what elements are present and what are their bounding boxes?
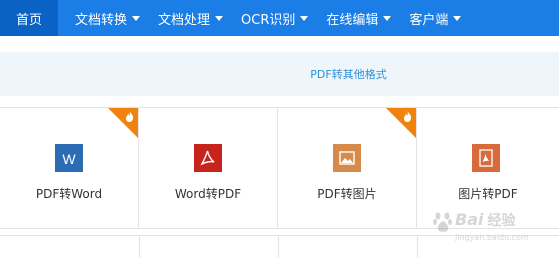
tool-card-word-to-pdf[interactable]: Word转PDF: [139, 108, 278, 228]
nav-item-online-edit[interactable]: 在线编辑: [317, 0, 400, 36]
nav-item-document-convert[interactable]: 文档转换: [66, 0, 149, 36]
baidu-jingyan-watermark: Bai 经验 jingyan.baidu.com: [433, 207, 553, 251]
tool-card-placeholder: [139, 236, 279, 258]
nav-home-tab[interactable]: 首页: [0, 0, 58, 36]
caret-down-icon: [300, 15, 309, 21]
tool-card-placeholder: [0, 236, 140, 258]
image-icon: [333, 144, 361, 172]
nav-item-label: 文档转换: [75, 12, 128, 28]
caret-down-icon: [453, 15, 462, 21]
caret-down-icon: [215, 15, 224, 21]
tool-label: Word转PDF: [174, 187, 242, 201]
nav-item-label: 在线编辑: [326, 12, 379, 28]
nav-item-client[interactable]: 客户端: [400, 0, 470, 36]
nav-item-ocr[interactable]: OCR识别: [232, 0, 317, 36]
pdf-icon: [472, 144, 500, 172]
watermark-url: jingyan.baidu.com: [455, 233, 529, 242]
top-navigation: 首页 文档转换 文档处理 OCR识别 在线编辑 客户端: [0, 0, 559, 36]
nav-item-label: 客户端: [409, 12, 449, 28]
flame-icon: [403, 111, 412, 122]
nav-item-label: 文档处理: [158, 12, 211, 28]
nav-item-label: OCR识别: [241, 12, 296, 28]
tool-card-placeholder: [278, 236, 418, 258]
category-bar: PDF转其他格式: [0, 52, 559, 96]
category-tab-pdf-to-other[interactable]: PDF转其他格式: [310, 66, 386, 82]
caret-down-icon: [132, 15, 141, 21]
tool-label: PDF转图片: [317, 187, 377, 201]
paw-icon: [433, 212, 452, 232]
word-icon: W: [55, 144, 83, 172]
svg-text:W: W: [62, 151, 76, 167]
tool-card-pdf-to-word[interactable]: W PDF转Word: [0, 108, 139, 228]
caret-down-icon: [383, 15, 392, 21]
tool-card-pdf-to-image[interactable]: PDF转图片: [278, 108, 417, 228]
tool-label: PDF转Word: [35, 187, 103, 201]
nav-item-document-process[interactable]: 文档处理: [149, 0, 232, 36]
watermark-brand: Bai 经验: [455, 210, 516, 229]
tool-label: 图片转PDF: [458, 187, 518, 201]
flame-icon: [125, 111, 134, 122]
pdf-icon: [194, 144, 222, 172]
